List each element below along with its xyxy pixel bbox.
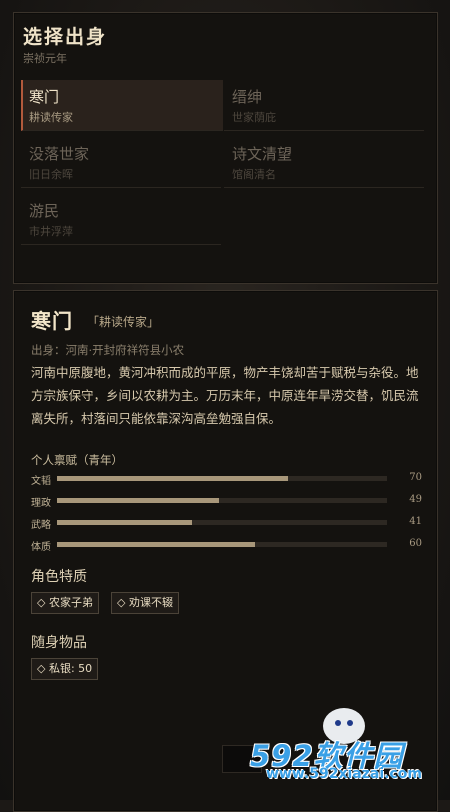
origin-option-hanmen[interactable]: 寒门 耕读传家	[21, 80, 223, 131]
stat-bar-track	[57, 498, 387, 503]
origin-desc: 市井浮萍	[29, 225, 73, 238]
stat-bar-fill	[57, 476, 288, 481]
origin-name: 没落世家	[29, 145, 90, 163]
stat-bar-track	[57, 520, 387, 525]
items-title: 随身物品	[31, 635, 87, 651]
stats-title: 个人禀赋（青年）	[31, 453, 123, 467]
origin-option-fallen-clan[interactable]: 没落世家 旧日余晖	[21, 137, 221, 188]
stat-row-wulue: 武略 41	[31, 516, 427, 531]
trait-chip[interactable]: ◇ 农家子弟	[31, 592, 99, 614]
stat-bar-track	[57, 542, 387, 547]
traits-title: 角色特质	[31, 569, 87, 585]
stat-value: 41	[409, 516, 422, 527]
origin-name: 寒门	[29, 88, 60, 106]
origin-option-literati[interactable]: 诗文清望 馆阁清名	[224, 137, 424, 188]
origin-name: 缙绅	[232, 88, 263, 106]
origin-option-jinshen[interactable]: 缙绅 世家荫庇	[224, 80, 424, 131]
stat-label: 文韬	[31, 476, 51, 487]
origin-description: 河南中原腹地，黄河冲积而成的平原，物产丰饶却苦于赋税与杂役。地方宗族保守，乡间以…	[31, 365, 419, 426]
stat-row-lizheng: 理政 49	[31, 494, 427, 509]
stat-value: 70	[409, 472, 422, 483]
origin-desc: 世家荫庇	[232, 111, 276, 124]
origin-select-panel: 选择出身 崇祯元年 寒门 耕读传家 缙绅 世家荫庇 没落世家 旧日余晖 诗文清望…	[13, 12, 438, 284]
stat-bar-fill	[57, 542, 255, 547]
watermark-url: www.592xiazai.com	[266, 766, 422, 782]
detail-tag: 「耕读传家」	[87, 315, 160, 329]
stat-label: 武略	[31, 520, 51, 531]
origin-name: 诗文清望	[232, 145, 293, 163]
origin-desc: 耕读传家	[29, 111, 73, 124]
page-title: 选择出身	[23, 26, 108, 48]
stat-bar-track	[57, 476, 387, 481]
item-chip[interactable]: ◇ 私银: 50	[31, 658, 99, 680]
origin-desc: 馆阁清名	[232, 168, 276, 181]
stat-row-wentao: 文韬 70	[31, 472, 427, 487]
origin-desc: 旧日余晖	[29, 168, 73, 181]
birthplace-text: 出身：河南·开封府祥符县小农	[31, 343, 185, 357]
stat-label: 理政	[31, 498, 51, 509]
origin-option-vagrant[interactable]: 游民 市井浮萍	[21, 194, 221, 245]
stat-value: 49	[409, 494, 422, 505]
mascot-eye	[347, 720, 353, 726]
era-subtitle: 崇祯元年	[23, 52, 67, 65]
trait-chip[interactable]: ◇ 劝课不辍	[111, 592, 179, 614]
detail-title: 寒门	[31, 309, 73, 333]
stat-bar-fill	[57, 498, 219, 503]
origin-name: 游民	[29, 202, 60, 220]
stat-label: 体质	[31, 542, 51, 553]
stat-value: 60	[409, 538, 422, 549]
stat-bar-fill	[57, 520, 193, 525]
stat-row-tizhi: 体质 60	[31, 538, 427, 553]
mascot-eye	[335, 720, 341, 726]
